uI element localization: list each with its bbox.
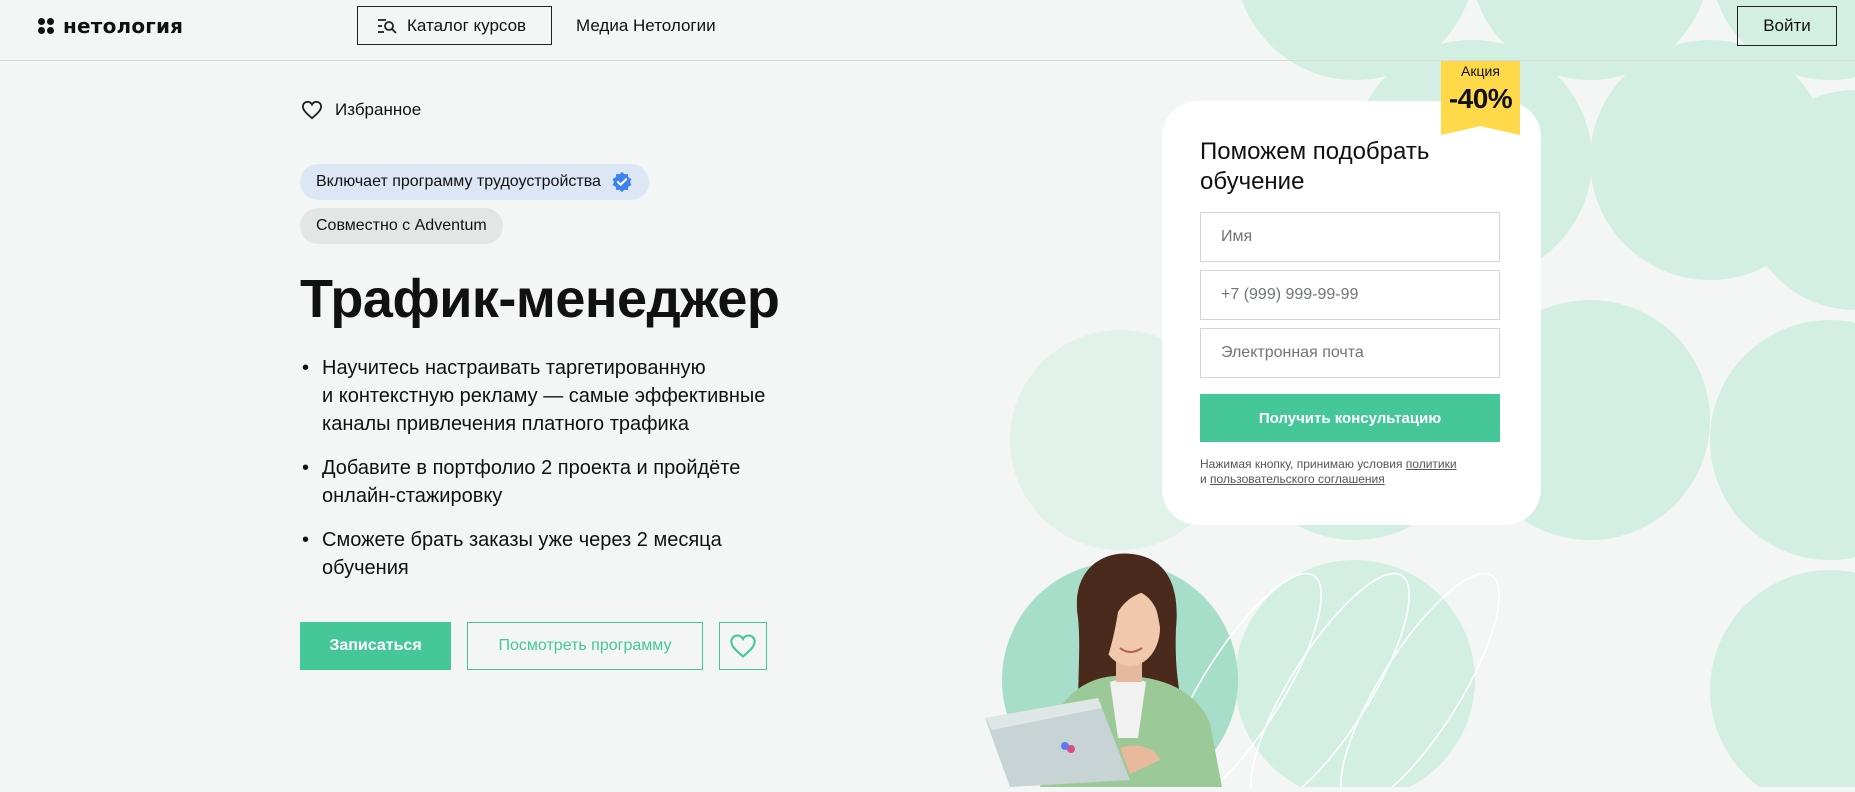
favorites-link[interactable]: Избранное [301,100,421,120]
verified-check-icon [612,171,632,193]
heart-outline-icon [730,634,756,658]
email-input[interactable] [1200,328,1500,378]
add-to-favorites-button[interactable] [719,622,767,670]
form-title: Поможем подобрать обучение [1200,138,1430,195]
employment-badge-label: Включает программу трудоустройства [316,173,601,190]
promo-ribbon: Акция -40% [1441,61,1520,135]
media-link[interactable]: Медиа Нетологии [576,16,716,36]
logo[interactable]: нетология [38,14,183,38]
favorites-label: Избранное [335,100,422,119]
logo-text: нетология [63,14,184,38]
catalog-search-icon [378,18,397,34]
phone-input[interactable] [1200,270,1500,320]
benefit-item: Сможете брать заказы уже через 2 месяца … [300,526,820,582]
heart-icon [301,100,323,120]
name-input[interactable] [1200,212,1500,262]
partner-badge: Совместно с Adventum [300,208,503,244]
employment-badge: Включает программу трудоустройства [300,164,649,200]
consultation-form-card: Поможем подобрать обучение Получить конс… [1162,101,1541,525]
get-consultation-button[interactable]: Получить консультацию [1200,394,1500,442]
benefit-item: Добавите в портфолио 2 проекта и пройдёт… [300,454,820,510]
course-title: Трафик-менеджер [300,269,780,329]
benefit-item: Научитесь настраивать таргетированную и … [300,354,820,438]
enroll-button[interactable]: Записаться [300,622,451,670]
logo-icon [38,17,55,35]
promo-label: Акция [1461,63,1500,79]
privacy-policy-link[interactable]: политики [1406,457,1457,471]
course-benefits-list: Научитесь настраивать таргетированную и … [300,354,820,598]
catalog-label: Каталог курсов [407,15,527,35]
user-agreement-link[interactable]: пользовательского соглашения [1210,472,1385,486]
view-program-button[interactable]: Посмотреть программу [467,622,703,670]
consent-text: Нажимая кнопку, принимаю условия политик… [1200,457,1457,486]
student-illustration [970,548,1270,787]
login-button[interactable]: Войти [1737,6,1837,46]
site-header: нетология Каталог курсов Медиа Нетологии… [0,0,1855,61]
background-decoration [0,0,1855,787]
catalog-button[interactable]: Каталог курсов [357,6,552,45]
promo-discount: -40% [1448,83,1513,114]
